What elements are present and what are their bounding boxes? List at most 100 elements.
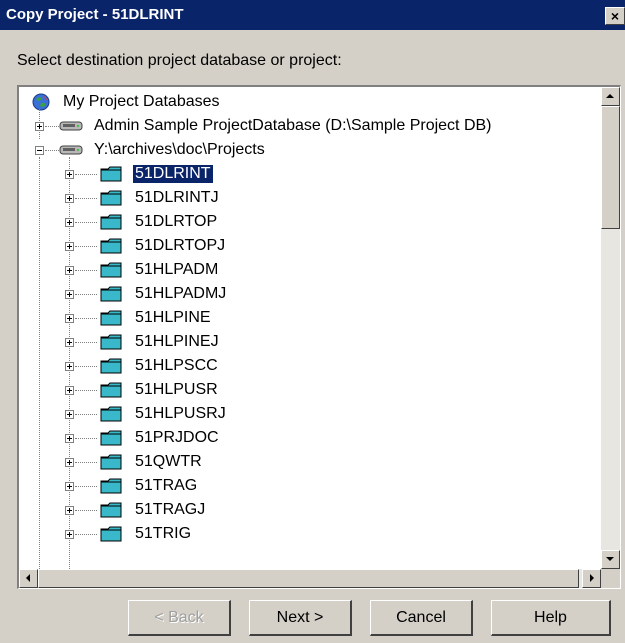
expand-icon[interactable] (65, 482, 74, 491)
project-row[interactable]: 51TRAGJ (19, 498, 599, 522)
expand-icon[interactable] (65, 290, 74, 299)
folder-icon (100, 382, 122, 398)
expand-icon[interactable] (65, 338, 74, 347)
folder-icon (100, 526, 122, 542)
arrow-right-icon (590, 574, 594, 582)
folder-icon (100, 262, 122, 278)
back-button[interactable]: < Back (128, 600, 231, 636)
project-row[interactable]: 51PRJDOC (19, 426, 599, 450)
tree-connector (75, 222, 97, 223)
tree-root-row[interactable]: My Project Databases (19, 90, 599, 114)
scroll-up-button[interactable] (601, 87, 620, 106)
tree-connector (75, 174, 97, 175)
tree-connector (75, 318, 97, 319)
tree-connector (75, 366, 97, 367)
project-row[interactable]: 51HLPUSRJ (19, 402, 599, 426)
project-row[interactable]: 51DLRINT (19, 162, 599, 186)
expand-icon[interactable] (65, 506, 74, 515)
tree-connector (75, 294, 97, 295)
expand-icon[interactable] (65, 242, 74, 251)
expand-icon[interactable] (35, 122, 44, 131)
tree-database-row[interactable]: Admin Sample ProjectDatabase (D:\Sample … (19, 114, 599, 138)
expand-icon[interactable] (65, 458, 74, 467)
close-button[interactable]: × (605, 7, 625, 25)
collapse-icon[interactable] (35, 146, 44, 155)
horizontal-scrollbar[interactable] (19, 569, 601, 588)
project-label: 51HLPADM (135, 261, 219, 278)
vertical-scrollbar[interactable] (601, 87, 620, 569)
folder-icon (100, 334, 122, 350)
project-row[interactable]: 51HLPSCC (19, 354, 599, 378)
folder-icon (100, 310, 122, 326)
project-label: 51HLPUSRJ (135, 405, 226, 422)
project-label: 51HLPADMJ (135, 285, 227, 302)
folder-icon (100, 430, 122, 446)
cancel-button[interactable]: Cancel (370, 600, 473, 636)
tree-connector (75, 270, 97, 271)
tree-connector (75, 390, 97, 391)
expand-icon[interactable] (65, 386, 74, 395)
project-label: 51PRJDOC (135, 429, 219, 446)
title-bar: Copy Project - 51DLRINT × (0, 0, 625, 30)
arrow-up-icon (606, 94, 614, 98)
project-label: 51QWTR (135, 453, 202, 470)
scroll-left-button[interactable] (19, 569, 38, 588)
expand-icon[interactable] (65, 362, 74, 371)
folder-icon (100, 502, 122, 518)
project-row[interactable]: 51TRIG (19, 522, 599, 546)
project-label: 51DLRINTJ (135, 189, 219, 206)
project-row[interactable]: 51QWTR (19, 450, 599, 474)
project-label: 51TRIG (135, 525, 192, 542)
folder-icon (100, 286, 122, 302)
expand-icon[interactable] (65, 170, 74, 179)
tree-connector (75, 198, 97, 199)
expand-icon[interactable] (65, 218, 74, 227)
folder-icon (100, 214, 122, 230)
next-button[interactable]: Next > (249, 600, 352, 636)
tree-connector (75, 414, 97, 415)
project-label: 51TRAG (135, 477, 198, 494)
expand-icon[interactable] (65, 410, 74, 419)
project-label: 51TRAGJ (135, 501, 206, 518)
globe-icon (32, 93, 50, 111)
destination-prompt: Select destination project database or p… (17, 52, 342, 69)
project-row[interactable]: 51HLPADM (19, 258, 599, 282)
folder-icon (100, 478, 122, 494)
folder-icon (100, 406, 122, 422)
database-drive-icon (59, 145, 83, 155)
database-drive-icon (59, 121, 83, 131)
folder-icon (100, 190, 122, 206)
folder-icon (100, 166, 122, 182)
project-row[interactable]: 51TRAG (19, 474, 599, 498)
arrow-down-icon (606, 557, 614, 561)
tree-connector (75, 486, 97, 487)
project-label: 51DLRTOP (135, 213, 218, 230)
project-row[interactable]: 51HLPINE (19, 306, 599, 330)
expand-icon[interactable] (65, 314, 74, 323)
folder-icon (100, 238, 122, 254)
expand-icon[interactable] (65, 266, 74, 275)
horizontal-scroll-thumb[interactable] (38, 569, 579, 588)
project-row[interactable]: 51HLPINEJ (19, 330, 599, 354)
project-row[interactable]: 51HLPADMJ (19, 282, 599, 306)
tree-connector (75, 246, 97, 247)
project-row[interactable]: 51DLRINTJ (19, 186, 599, 210)
expand-icon[interactable] (65, 434, 74, 443)
project-row[interactable]: 51DLRTOPJ (19, 234, 599, 258)
vertical-scroll-thumb[interactable] (601, 106, 620, 229)
window-title: Copy Project - 51DLRINT (6, 6, 184, 23)
project-row[interactable]: 51DLRTOP (19, 210, 599, 234)
expand-icon[interactable] (65, 194, 74, 203)
help-button[interactable]: Help (491, 600, 611, 636)
scroll-down-button[interactable] (601, 550, 620, 569)
scroll-right-button[interactable] (582, 569, 601, 588)
project-row[interactable]: 51HLPUSR (19, 378, 599, 402)
tree-connector (45, 126, 59, 127)
tree-database-row[interactable]: Y:\archives\doc\Projects (19, 138, 599, 162)
expand-icon[interactable] (65, 530, 74, 539)
project-tree[interactable]: My Project Databases Admin Sample Projec… (17, 85, 621, 589)
tree-connector (75, 438, 97, 439)
database-label: Y:\archives\doc\Projects (94, 141, 265, 158)
project-label: 51DLRTOPJ (135, 237, 226, 254)
tree-connector (75, 462, 97, 463)
